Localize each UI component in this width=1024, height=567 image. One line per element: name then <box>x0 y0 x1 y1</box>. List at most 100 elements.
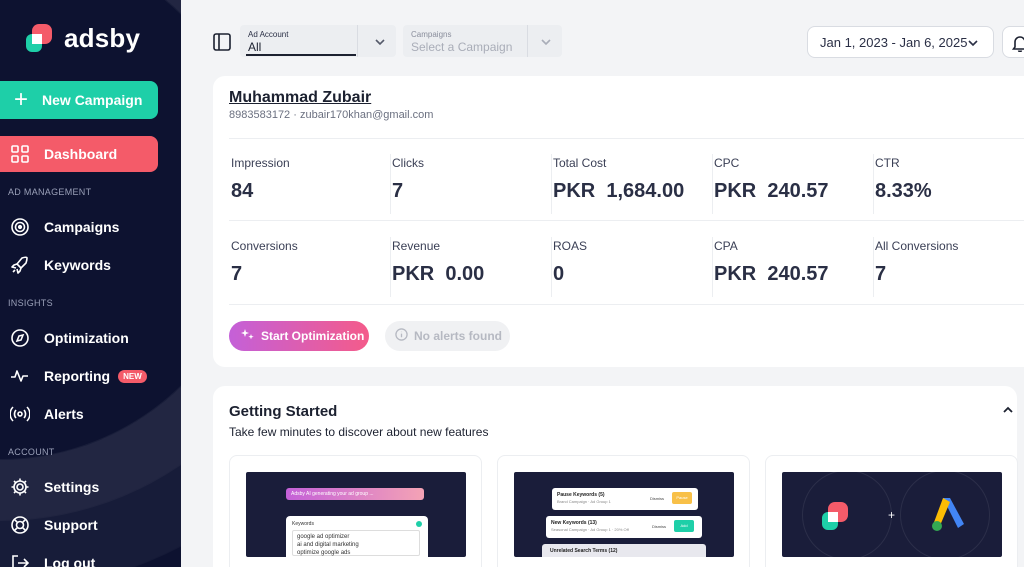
metric-clicks: Clicks 7 <box>390 146 552 228</box>
chevron-down-icon <box>967 37 979 52</box>
pause-action: Pause <box>672 492 692 504</box>
feature-preview-image: + <box>782 472 1002 557</box>
target-icon <box>10 217 30 237</box>
feature-card-ai-keywords[interactable]: Adsby AI generating your ad group ... Ke… <box>229 455 482 567</box>
new-campaign-button[interactable]: + New Campaign <box>0 81 158 119</box>
broadcast-icon <box>10 404 30 424</box>
date-range-picker[interactable]: Jan 1, 2023 - Jan 6, 2025 <box>807 26 994 58</box>
logout-icon <box>10 553 30 567</box>
compass-icon <box>10 328 30 348</box>
divider <box>229 138 1024 139</box>
adsby-logo-icon <box>820 500 852 537</box>
keywords-textarea: google ad optimizer ai and digital marke… <box>292 530 420 556</box>
metric-roas: ROAS 0 <box>551 229 713 311</box>
account-contact: 8983583172 · zubair170khan@gmail.com <box>229 109 434 121</box>
recommendation-title: New Keywords (13) <box>551 520 597 526</box>
ai-generating-banner: Adsby AI generating your ad group ... <box>286 488 424 500</box>
date-range-value: Jan 1, 2023 - Jan 6, 2025 <box>820 34 968 50</box>
sidebar-item-label: Reporting <box>44 368 111 384</box>
ad-account-underline <box>246 54 356 56</box>
metric-cpc: CPC PKR 240.57 <box>712 146 874 228</box>
collapse-chevron-icon[interactable] <box>1001 403 1015 422</box>
dismiss-label: Dismiss <box>650 496 664 501</box>
start-optimization-label: Start Optimization <box>261 329 365 343</box>
metric-value: PKR 1,684.00 <box>553 180 685 202</box>
recommendation-title: Pause Keywords (5) <box>557 492 605 498</box>
sidebar-item-label: Alerts <box>44 406 84 422</box>
metric-value: 7 <box>392 180 404 202</box>
metric-value: 8.33% <box>875 180 932 202</box>
feature-card-recommendations[interactable]: Pause Keywords (5) Brand Campaign · Ad G… <box>497 455 750 567</box>
sidebar-item-label: Keywords <box>44 257 111 273</box>
metric-value: PKR 0.00 <box>392 263 485 285</box>
metric-value: 7 <box>231 263 243 285</box>
no-alerts-button[interactable]: No alerts found <box>385 321 510 351</box>
new-campaign-label: New Campaign <box>42 92 143 108</box>
getting-started-panel: Getting Started Take few minutes to disc… <box>213 386 1018 567</box>
account-summary-card: Muhammad Zubair 8983583172 · zubair170kh… <box>213 76 1024 367</box>
metric-separator <box>712 154 713 214</box>
getting-started-title: Getting Started <box>229 403 338 420</box>
metric-cpa: CPA PKR 240.57 <box>712 229 874 311</box>
rocket-icon <box>10 255 30 275</box>
metric-conversions: Conversions 7 <box>230 229 391 311</box>
recommendation-title: Unrelated Search Terms (12) <box>550 548 618 554</box>
metric-separator <box>551 237 552 297</box>
metric-impression: Impression 84 <box>230 146 391 228</box>
metric-label: ROAS <box>553 239 588 253</box>
sidebar-item-alerts[interactable]: Alerts <box>0 396 158 432</box>
sidebar-item-support[interactable]: Support <box>0 507 158 543</box>
sidebar-item-reporting[interactable]: Reporting NEW <box>0 358 158 394</box>
metric-label: Total Cost <box>553 156 607 170</box>
ad-account-value: All <box>248 40 262 54</box>
feature-card-google-ads[interactable]: + <box>765 455 1018 567</box>
sidebar-item-optimization[interactable]: Optimization <box>0 320 158 356</box>
sidebar-item-label: Dashboard <box>44 146 118 162</box>
metric-value: 0 <box>553 263 565 285</box>
start-optimization-button[interactable]: Start Optimization <box>229 321 369 351</box>
sidebar-item-dashboard[interactable]: Dashboard <box>0 136 158 172</box>
no-alerts-label: No alerts found <box>414 329 503 343</box>
sidebar-item-settings[interactable]: Settings <box>0 469 158 505</box>
google-ads-logo-icon <box>928 494 968 539</box>
keyword-item: ai and digital marketing <box>297 542 359 548</box>
chevron-down-icon <box>374 35 386 53</box>
metric-all-conversions: All Conversions 7 <box>873 229 1024 311</box>
logo-text: adsby <box>64 22 141 53</box>
keywords-label: Keywords <box>292 521 314 527</box>
keywords-panel: Keywords google ad optimizer ai and digi… <box>286 516 428 557</box>
chevron-down-icon <box>540 35 552 53</box>
ad-account-dropdown[interactable]: Ad Account All <box>240 25 396 57</box>
sidebar-item-label: Campaigns <box>44 219 120 235</box>
notifications-button[interactable] <box>1002 26 1024 58</box>
divider <box>229 220 1024 221</box>
main-content: Ad Account All Campaigns Select a Campai… <box>181 0 1024 567</box>
ad-account-label: Ad Account <box>248 30 289 39</box>
sidebar-toggle-icon[interactable] <box>213 33 231 56</box>
topbar: Ad Account All Campaigns Select a Campai… <box>181 0 1024 76</box>
feature-preview-image: Pause Keywords (5) Brand Campaign · Ad G… <box>514 472 734 557</box>
logo[interactable]: adsby <box>24 22 140 54</box>
new-badge: NEW <box>118 369 147 383</box>
campaigns-placeholder: Select a Campaign <box>411 40 513 54</box>
account-name[interactable]: Muhammad Zubair <box>229 89 371 107</box>
sparkle-icon <box>241 328 255 345</box>
metric-separator <box>873 237 874 297</box>
recommendation-row: Pause Keywords (5) Brand Campaign · Ad G… <box>552 488 698 510</box>
info-icon <box>395 328 408 344</box>
add-action: Add <box>674 520 694 532</box>
sidebar-item-keywords[interactable]: Keywords <box>0 247 158 283</box>
sidebar-item-logout[interactable]: Log out <box>0 545 158 567</box>
adsby-logo-icon <box>24 22 56 54</box>
campaign-dropdown[interactable]: Campaigns Select a Campaign <box>403 25 562 57</box>
recommendation-sub: Brand Campaign · Ad Group 1 <box>557 499 611 504</box>
sidebar-item-label: Support <box>44 517 98 533</box>
lifebuoy-icon <box>10 515 30 535</box>
sidebar-item-campaigns[interactable]: Campaigns <box>0 209 158 245</box>
section-insights: INSIGHTS <box>8 298 53 308</box>
metric-revenue: Revenue PKR 0.00 <box>390 229 552 311</box>
metric-value: PKR 240.57 <box>714 263 829 285</box>
sidebar-item-label: Log out <box>44 555 96 567</box>
metric-separator <box>873 154 874 214</box>
getting-started-subtitle: Take few minutes to discover about new f… <box>229 425 489 439</box>
